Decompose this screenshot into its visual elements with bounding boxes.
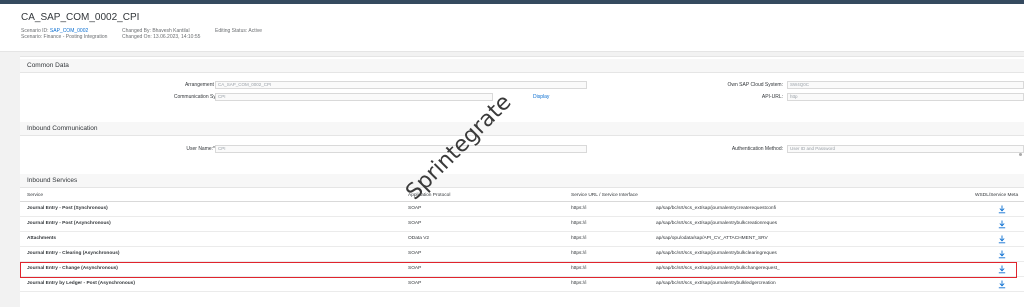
- service-url: https://i: [571, 236, 587, 241]
- service-interface: ap/sap/bc/srt/scs_ext/sap/journalentrybu…: [656, 251, 777, 256]
- own-system-label: Own SAP Cloud System:: [727, 82, 784, 88]
- changed-on: Changed On: 13.06.2023, 14:10:55: [122, 34, 200, 41]
- protocol: SOAP: [408, 221, 422, 226]
- table-row[interactable]: Journal Entry by Ledger - Post (Asynchro…: [20, 277, 1024, 292]
- auth-method-field[interactable]: User ID and Password: [787, 145, 1024, 153]
- object-header: CA_SAP_COM_0002_CPI Scenario ID: SAP_COM…: [0, 4, 1024, 52]
- service-interface: ap/sap/opu/odata/sap/API_CV_ATTACHMENT_S…: [656, 236, 768, 241]
- arrangement-name-field[interactable]: CA_SAP_COM_0002_CPI: [215, 81, 587, 89]
- col-wsdl-header[interactable]: WSDL/Service Meta: [975, 193, 1018, 198]
- changed-on-value: 13.06.2023, 14:10:55: [153, 34, 201, 40]
- service-interface: ap/sap/bc/srt/scs_ext/sap/journalentrybu…: [656, 281, 776, 286]
- api-url-label: API-URL:: [761, 94, 783, 100]
- scrollbar-indicator[interactable]: [1019, 153, 1022, 156]
- service-url: https://i: [571, 221, 587, 226]
- own-system-field[interactable]: SW4Q0C: [787, 81, 1024, 89]
- download-icon[interactable]: [998, 280, 1006, 289]
- changed-on-label: Changed On:: [122, 34, 152, 40]
- service-name: Journal Entry - Post (Synchronous): [27, 206, 108, 211]
- common-data-band: [20, 59, 1024, 73]
- api-url-field[interactable]: http: [787, 93, 1024, 101]
- service-name: Journal Entry - Clearing (Asynchronous): [27, 251, 120, 256]
- service-interface: ap/sap/bc/srt/scs_ext/sap/journalentrycr…: [656, 206, 776, 211]
- common-data-title: Common Data: [27, 62, 69, 69]
- editing-status: Editing Status: Active: [215, 28, 262, 35]
- service-name: Journal Entry - Post (Asynchronous): [27, 221, 111, 226]
- service-url: https://i: [571, 206, 587, 211]
- page-title: CA_SAP_COM_0002_CPI: [21, 12, 140, 23]
- protocol: SOAP: [408, 251, 422, 256]
- download-icon[interactable]: [998, 250, 1006, 259]
- inbound-services-title: Inbound Services: [27, 177, 78, 184]
- inbound-services-band: [20, 174, 1024, 188]
- download-icon[interactable]: [998, 235, 1006, 244]
- protocol: SOAP: [408, 206, 422, 211]
- inbound-communication-title: Inbound Communication: [27, 125, 98, 132]
- download-icon[interactable]: [998, 205, 1006, 214]
- user-name-field[interactable]: CPI: [215, 145, 587, 153]
- col-service-header[interactable]: Service: [27, 193, 43, 198]
- scenario: Scenario: Finance - Posting Integration: [21, 34, 107, 41]
- scenario-value: Finance - Posting Integration: [43, 34, 108, 40]
- table-row[interactable]: Journal Entry - Post (Synchronous) SOAP …: [20, 202, 1024, 217]
- highlight-box: [20, 262, 1017, 278]
- communication-system-field[interactable]: CPI: [215, 93, 493, 101]
- table-row[interactable]: Journal Entry - Post (Asynchronous) SOAP…: [20, 217, 1024, 232]
- user-name-label: User Name:*: [186, 146, 215, 152]
- service-name: Attachments: [27, 236, 57, 241]
- service-interface: ap/sap/bc/srt/scs_ext/sap/journalentrybu…: [656, 221, 778, 226]
- table-row[interactable]: Attachments OData V2 https://i ap/sap/op…: [20, 232, 1024, 247]
- display-link[interactable]: Display: [533, 94, 549, 100]
- auth-method-label: Authentication Method:: [731, 146, 783, 152]
- editing-status-value: Active: [248, 28, 262, 34]
- editing-status-label: Editing Status:: [215, 28, 248, 34]
- service-url: https://i: [571, 251, 587, 256]
- service-name: Journal Entry by Ledger - Post (Asynchro…: [27, 281, 135, 286]
- col-url-header[interactable]: Service URL / Service Interface: [571, 193, 638, 198]
- scenario-label: Scenario:: [21, 34, 43, 40]
- col-protocol-header[interactable]: Application Protocol: [408, 193, 450, 198]
- service-url: https://i: [571, 281, 587, 286]
- table-row[interactable]: Journal Entry - Clearing (Asynchronous) …: [20, 247, 1024, 262]
- protocol: SOAP: [408, 281, 422, 286]
- download-icon[interactable]: [998, 220, 1006, 229]
- protocol: OData V2: [408, 236, 430, 241]
- inbound-communication-band: [20, 122, 1024, 136]
